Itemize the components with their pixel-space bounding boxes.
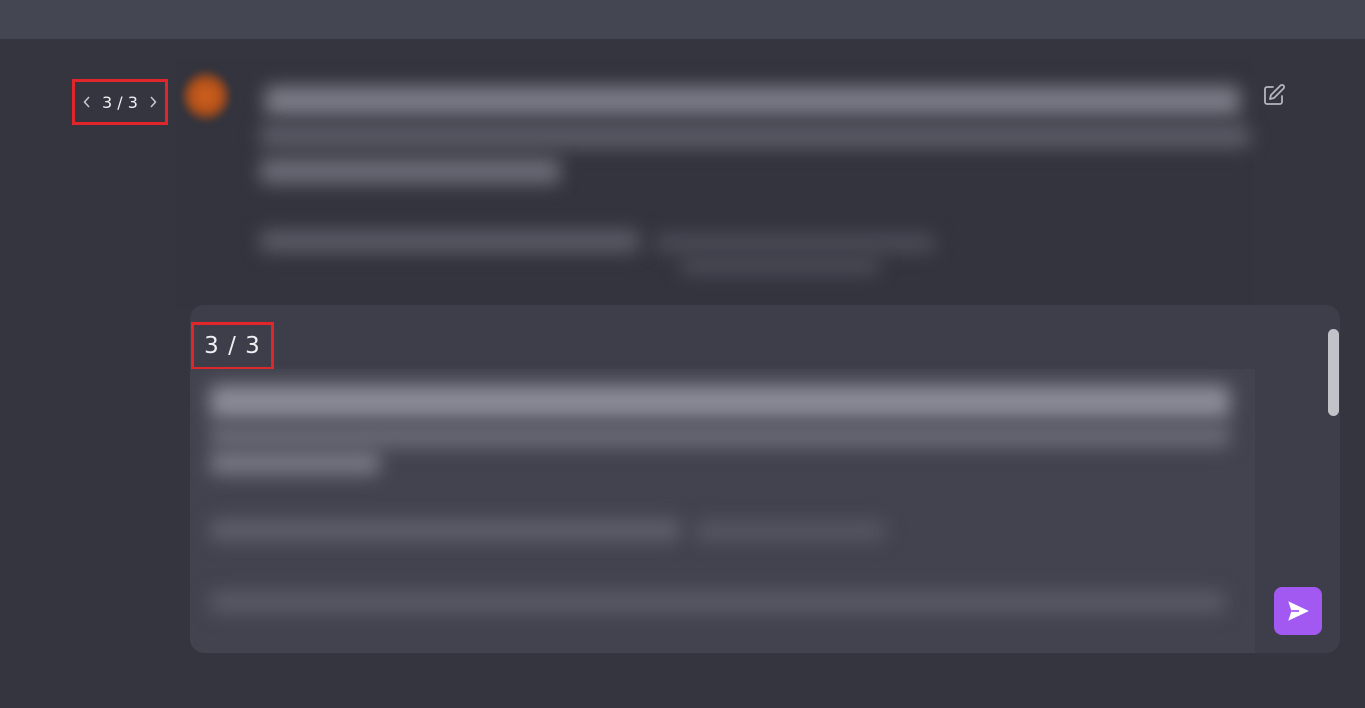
blurred-text-line [260, 158, 560, 184]
composer-textarea[interactable] [190, 369, 1255, 653]
blurred-text-line [260, 230, 640, 252]
assistant-message [175, 58, 1253, 310]
blurred-text-line [210, 425, 1230, 447]
blurred-text-line [210, 591, 1225, 613]
message-pager: 3 / 3 [72, 79, 168, 125]
composer-counter: 3 / 3 [191, 322, 274, 370]
chevron-left-icon[interactable] [81, 93, 93, 111]
scrollbar[interactable] [1327, 329, 1340, 416]
send-button[interactable] [1274, 587, 1322, 635]
blurred-text-line [260, 124, 1250, 148]
assistant-avatar [182, 70, 230, 122]
blurred-text-line [210, 519, 680, 541]
top-bar [0, 0, 1365, 39]
pager-label: 3 / 3 [102, 92, 138, 112]
blurred-text-line [210, 451, 380, 475]
blurred-text-line [695, 521, 885, 541]
composer-header [190, 305, 1255, 369]
composer-panel: 3 / 3 [190, 305, 1340, 653]
blurred-text-line [210, 385, 1230, 419]
send-icon [1288, 601, 1309, 621]
blurred-text-line [655, 234, 935, 252]
edit-icon[interactable] [1261, 82, 1287, 108]
blurred-text-line [680, 258, 880, 274]
scrollbar-thumb[interactable] [1328, 329, 1339, 416]
blurred-text-line [265, 86, 1240, 116]
chevron-right-icon[interactable] [147, 93, 159, 111]
composer-counter-label: 3 / 3 [204, 333, 261, 359]
